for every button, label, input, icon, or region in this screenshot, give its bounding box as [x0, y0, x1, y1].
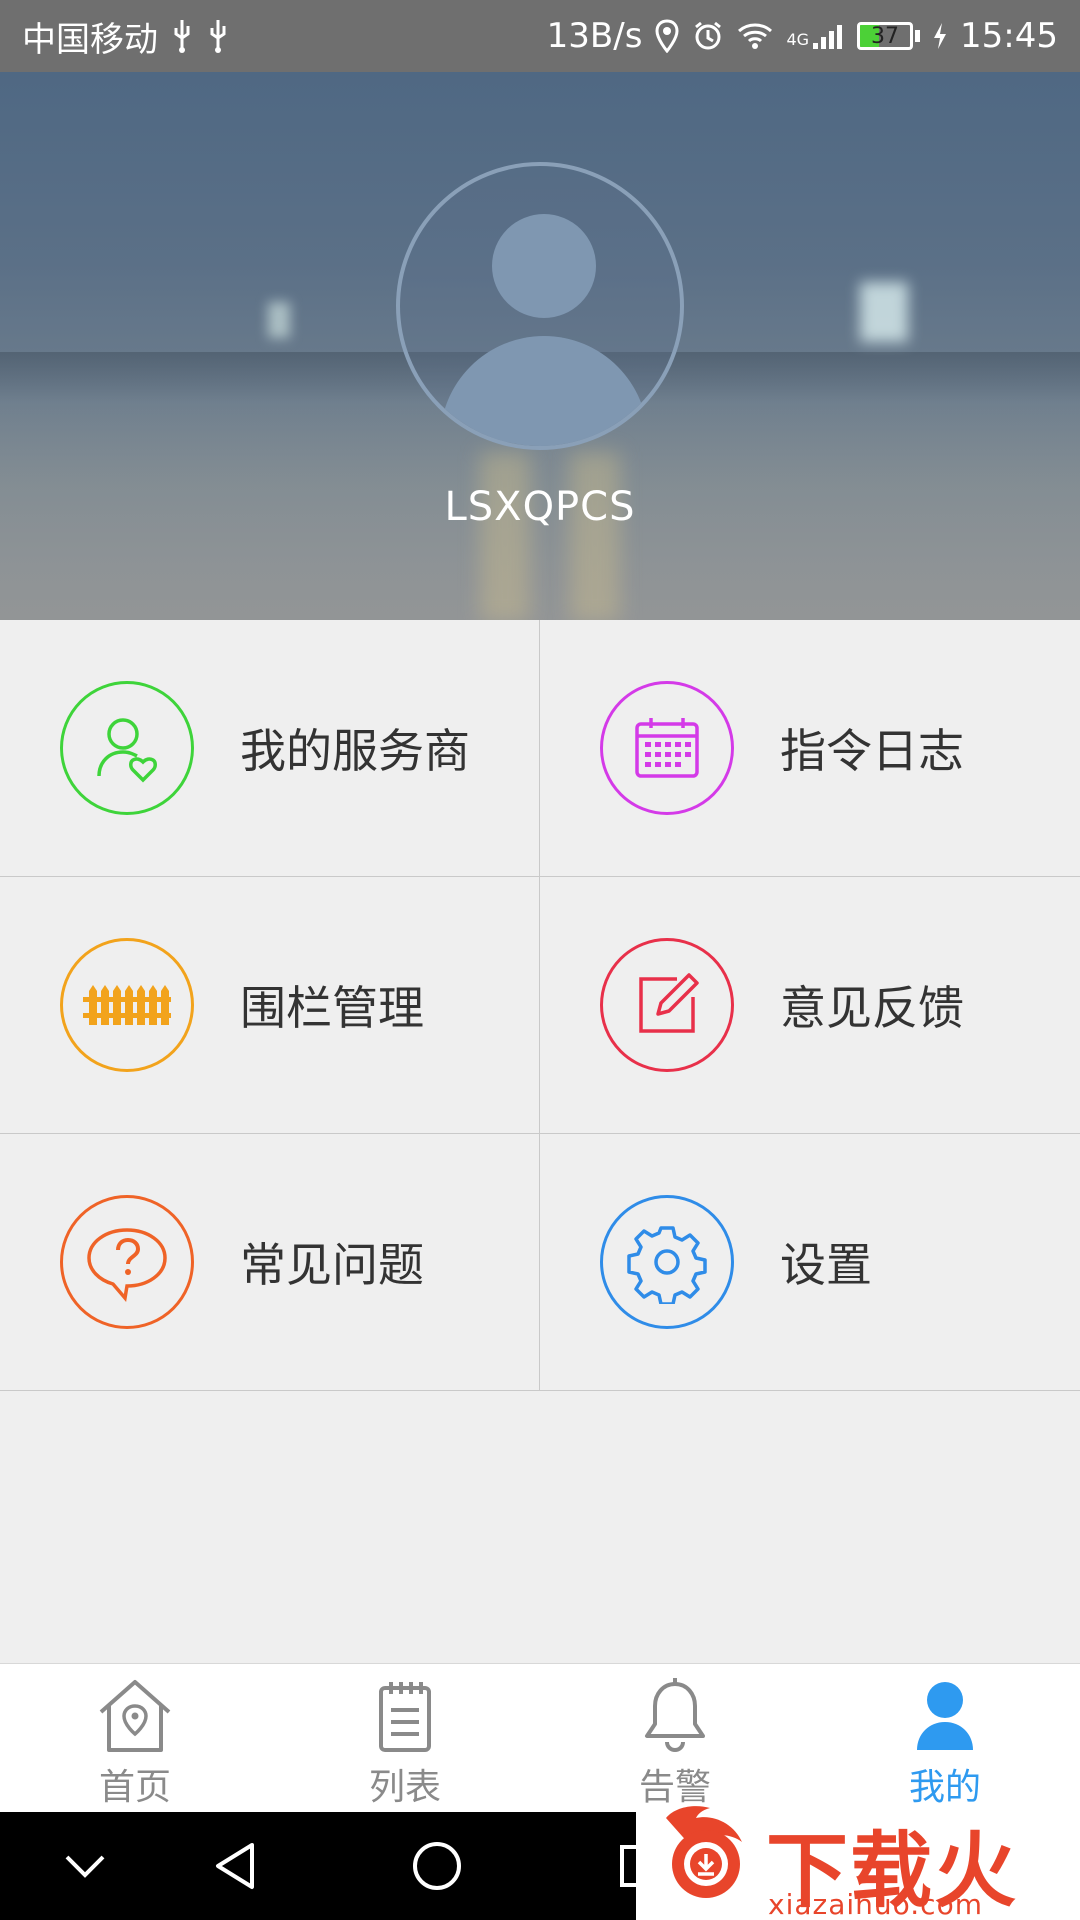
- tab-mine[interactable]: 我的: [810, 1664, 1080, 1813]
- road-stripe: [570, 452, 620, 620]
- signal-icon: [813, 25, 843, 49]
- road-stripe: [480, 452, 530, 620]
- watermark-url: xiazaihuo.com: [768, 1888, 983, 1920]
- status-bar: 中国移动 13B/s 4G 37 15:45: [0, 0, 1080, 72]
- tab-alarm[interactable]: 告警: [540, 1664, 810, 1813]
- net-speed: 13B/s: [546, 16, 643, 56]
- user-heart-icon: [60, 681, 194, 815]
- person-icon: [917, 1682, 973, 1750]
- charging-icon: [934, 23, 947, 49]
- list-icon: [379, 1682, 431, 1752]
- usb-icon: [210, 20, 226, 53]
- profile-header: LSXQPCS: [0, 72, 1080, 620]
- nav-label: 首页: [98, 1767, 171, 1808]
- fence-icon: [60, 938, 194, 1072]
- menu-label: 围栏管理: [240, 981, 424, 1035]
- nav-label: 列表: [368, 1767, 441, 1808]
- menu-item-feedback[interactable]: 意见反馈: [540, 877, 1080, 1134]
- nav-label: 告警: [638, 1767, 711, 1808]
- carrier-name: 中国移动: [22, 19, 158, 60]
- background-light: [268, 302, 290, 338]
- usb-icon: [174, 20, 190, 53]
- back-triangle-icon: [216, 1843, 254, 1889]
- tab-home[interactable]: 首页: [0, 1664, 270, 1813]
- edit-icon: [600, 938, 734, 1072]
- alarm-icon: [695, 21, 722, 50]
- menu-item-service-provider[interactable]: 我的服务商: [0, 620, 540, 877]
- avatar[interactable]: [396, 162, 684, 450]
- watermark-logo-icon: [666, 1806, 742, 1898]
- menu-label: 我的服务商: [240, 724, 470, 778]
- nav-label: 我的: [908, 1767, 981, 1808]
- network-type: 4G: [786, 30, 810, 49]
- menu-label: 设置: [780, 1238, 872, 1292]
- clock: 15:45: [960, 16, 1058, 56]
- gear-icon: [600, 1195, 734, 1329]
- home-location-icon: [99, 1680, 171, 1752]
- menu-label: 意见反馈: [780, 981, 964, 1035]
- chevron-down-icon: [65, 1855, 105, 1878]
- avatar-body: [440, 336, 648, 446]
- username: LSXQPCS: [444, 484, 636, 530]
- back-button[interactable]: [190, 1812, 280, 1920]
- battery-tip: [915, 30, 921, 42]
- menu-item-fence-management[interactable]: 围栏管理: [0, 877, 540, 1134]
- menu-item-command-log[interactable]: 指令日志: [540, 620, 1080, 877]
- battery-icon: 37: [857, 22, 914, 50]
- menu-grid: 我的服务商 指令日志 围栏管理 意见反馈 常见问题 设置: [0, 620, 1080, 1391]
- hide-nav-button[interactable]: [40, 1812, 130, 1920]
- wifi-icon: [738, 23, 773, 49]
- menu-item-settings[interactable]: 设置: [540, 1134, 1080, 1391]
- question-bubble-icon: [60, 1195, 194, 1329]
- menu-item-faq[interactable]: 常见问题: [0, 1134, 540, 1391]
- bottom-nav: 首页 列表 告警 我的: [0, 1663, 1080, 1813]
- background-light: [860, 282, 908, 342]
- menu-label: 常见问题: [240, 1238, 424, 1292]
- tab-list[interactable]: 列表: [270, 1664, 540, 1813]
- avatar-head: [492, 214, 596, 318]
- watermark: 下载火 xiazaihuo.com: [636, 1806, 1080, 1920]
- menu-label: 指令日志: [780, 724, 964, 778]
- battery-level: 37: [871, 23, 900, 49]
- bell-icon: [645, 1678, 705, 1753]
- location-icon: [655, 19, 679, 53]
- home-circle-icon: [413, 1842, 461, 1890]
- calendar-icon: [600, 681, 734, 815]
- home-button[interactable]: [392, 1812, 482, 1920]
